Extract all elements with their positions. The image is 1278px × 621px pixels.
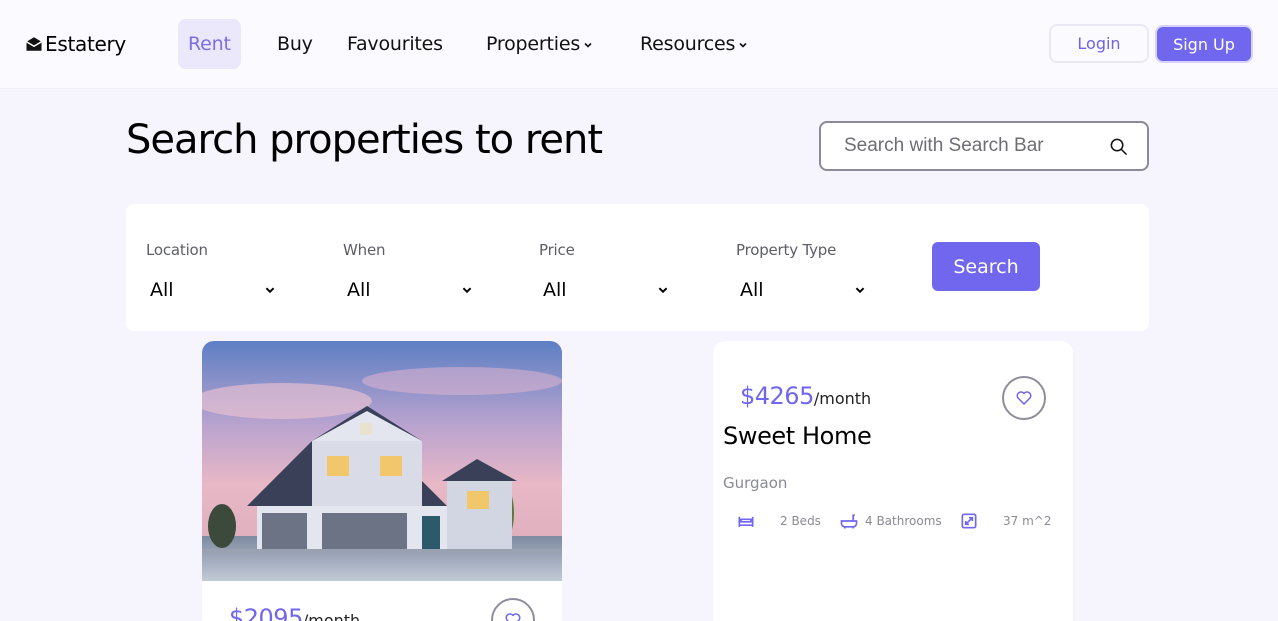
filter-property-type-label: Property Type <box>736 241 837 259</box>
brand-name: Estatery <box>45 32 126 56</box>
nav-properties-label: Properties <box>486 33 581 55</box>
filter-price: Price All <box>539 241 669 301</box>
property-type-select[interactable]: All <box>736 279 866 301</box>
filter-location: Location All <box>146 241 276 301</box>
filter-price-label: Price <box>539 241 575 259</box>
nav-favourites[interactable]: Favourites <box>347 19 443 69</box>
nav-resources-label: Resources <box>640 33 736 55</box>
top-nav: Estatery Rent Buy Favourites Properties … <box>0 0 1278 89</box>
listing-price-value: $2095 <box>229 604 303 621</box>
baths-feature: 4 Bathrooms <box>839 511 942 531</box>
filter-location-label: Location <box>146 241 208 259</box>
listing-price-period: /month <box>813 389 872 408</box>
nav-buy-label: Buy <box>277 33 313 55</box>
listing-location: Gurgaon <box>723 474 788 492</box>
listing-price: $2095/month <box>229 604 360 621</box>
property-image <box>202 341 562 581</box>
chevron-down-icon <box>855 287 865 294</box>
favourite-button[interactable] <box>1002 376 1046 420</box>
filter-property-type: Property Type All <box>736 241 866 301</box>
chevron-down-icon <box>658 287 668 294</box>
nav-resources-dropdown[interactable]: Resources <box>640 19 748 69</box>
signup-button[interactable]: Sign Up <box>1155 25 1253 63</box>
chevron-down-icon <box>584 42 592 48</box>
filter-panel: Location All When All Price All Property… <box>126 204 1149 331</box>
chevron-down-icon <box>265 287 275 294</box>
nav-buy[interactable]: Buy <box>277 19 313 69</box>
filter-when-label: When <box>343 241 386 259</box>
nav-rent[interactable]: Rent <box>178 19 241 69</box>
property-type-select-value: All <box>740 279 764 301</box>
property-card[interactable]: $2095/month <box>202 341 562 621</box>
beds-feature: 2 Beds <box>736 511 821 531</box>
area-size: 37 m^2 <box>1003 514 1052 528</box>
heart-icon <box>505 613 521 621</box>
chevron-down-icon <box>739 42 747 48</box>
location-select-value: All <box>150 279 174 301</box>
filter-when: When All <box>343 241 473 301</box>
favourite-button[interactable] <box>491 598 535 621</box>
search-icon[interactable] <box>1109 137 1128 156</box>
listing-title: Sweet Home <box>723 422 872 450</box>
baths-count: 4 Bathrooms <box>865 514 942 528</box>
listing-price: $4265/month <box>740 382 871 410</box>
price-select[interactable]: All <box>539 279 669 301</box>
area-feature: 37 m^2 <box>959 511 1051 531</box>
heart-icon <box>1016 391 1032 405</box>
envelope-open-icon <box>26 37 42 51</box>
page-title: Search properties to rent <box>126 117 603 163</box>
property-card[interactable]: $4265/month Sweet Home Gurgaon 2 Beds 4 … <box>713 341 1073 621</box>
listing-price-value: $4265 <box>740 382 814 410</box>
beds-count: 2 Beds <box>780 514 821 528</box>
price-select-value: All <box>543 279 567 301</box>
nav-favourites-label: Favourites <box>347 33 443 55</box>
brand-logo[interactable]: Estatery <box>25 31 126 57</box>
area-icon <box>961 513 977 529</box>
when-select[interactable]: All <box>343 279 473 301</box>
search-bar <box>819 121 1149 171</box>
when-select-value: All <box>347 279 371 301</box>
location-select[interactable]: All <box>146 279 276 301</box>
nav-rent-label: Rent <box>188 33 231 55</box>
nav-properties-dropdown[interactable]: Properties <box>486 19 593 69</box>
search-button[interactable]: Search <box>932 242 1040 291</box>
search-input[interactable] <box>844 135 1114 157</box>
bathtub-icon <box>840 514 858 529</box>
chevron-down-icon <box>462 287 472 294</box>
listing-price-period: /month <box>302 611 361 621</box>
login-button[interactable]: Login <box>1049 24 1149 63</box>
bed-icon <box>738 516 754 527</box>
